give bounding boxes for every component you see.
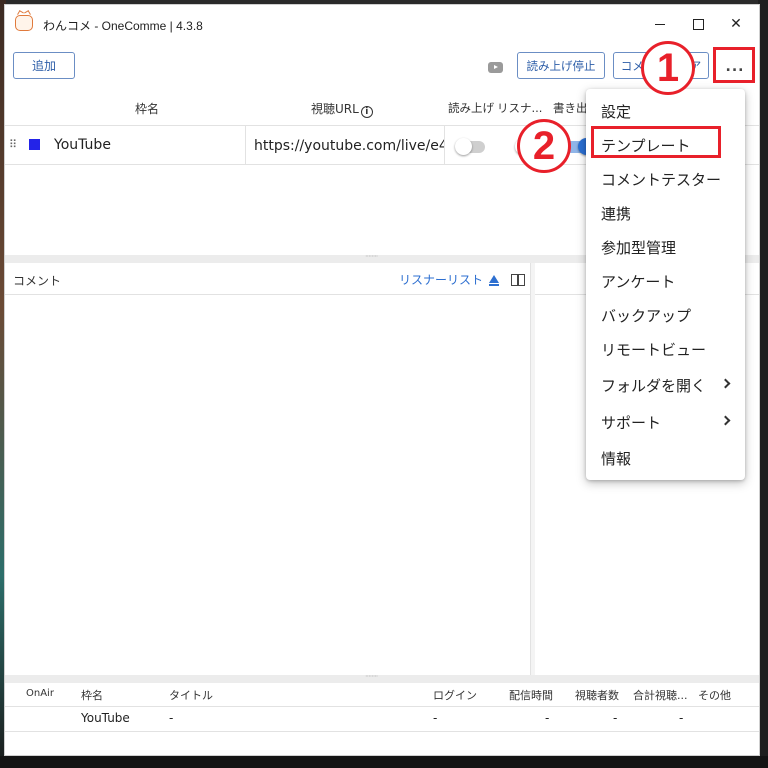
menu-item-label: 参加型管理 — [601, 238, 677, 257]
app-window: わんコメ - OneComme | 4.3.8 ✕ 追加 読み上げ停止 コメント… — [4, 4, 760, 756]
menu-item-open-folder[interactable]: フォルダを開く — [586, 368, 745, 402]
title-bar: わんコメ - OneComme | 4.3.8 ✕ — [5, 5, 759, 43]
menu-item-label: サポート — [601, 413, 662, 432]
column-url-label: 視聴URL — [311, 102, 359, 116]
menu-item-remote-view[interactable]: リモートビュー — [586, 332, 745, 366]
menu-item-label: コメントテスター — [601, 170, 722, 189]
bottom-cell-login: - — [433, 711, 438, 725]
menu-item-label: 情報 — [601, 449, 632, 468]
bottom-col-login: ログイン — [433, 689, 477, 702]
column-read-aloud: 読み上げ — [448, 101, 494, 115]
service-url-field[interactable]: https://youtube.com/live/e4 — [245, 126, 445, 164]
menu-item-survey[interactable]: アンケート — [586, 264, 745, 298]
window-title: わんコメ - OneComme | 4.3.8 — [43, 19, 203, 33]
bottom-cell-frame: YouTube — [81, 711, 130, 725]
comment-pane-title: コメント — [13, 274, 62, 288]
menu-item-info[interactable]: 情報 — [586, 441, 745, 475]
menu-item-participation[interactable]: 参加型管理 — [586, 230, 745, 264]
menu-item-label: バックアップ — [601, 306, 692, 325]
info-icon[interactable]: i — [360, 106, 373, 118]
comment-pane-header: コメント リスナーリスト — [5, 263, 530, 295]
bottom-col-onair: OnAir — [26, 688, 54, 699]
menu-item-label: 設定 — [601, 102, 632, 121]
background-taskbar — [0, 756, 768, 768]
chevron-right-icon — [720, 415, 731, 426]
maximize-button[interactable] — [683, 13, 713, 35]
menu-item-settings[interactable]: 設定 — [586, 94, 745, 128]
app-logo-icon — [15, 15, 33, 31]
highlight-template-item — [591, 126, 721, 158]
bottom-cell-total-viewers: - — [679, 711, 684, 725]
menu-item-support[interactable]: サポート — [586, 405, 745, 439]
column-listener: リスナ... — [497, 101, 543, 115]
column-url: 視聴URL i — [311, 100, 373, 118]
menu-item-comment-tester[interactable]: コメントテスター — [586, 162, 745, 196]
bottom-cell-viewers: - — [613, 711, 618, 725]
chevron-right-icon — [720, 378, 731, 389]
listener-list-link[interactable]: リスナーリスト — [399, 271, 483, 288]
close-button[interactable]: ✕ — [721, 13, 751, 35]
comment-pane: コメント リスナーリスト — [5, 263, 531, 675]
bottom-table-divider — [5, 706, 759, 707]
bottom-cell-title: - — [169, 711, 174, 725]
menu-item-integration[interactable]: 連携 — [586, 196, 745, 230]
bottom-cell-duration: - — [545, 711, 550, 725]
read-aloud-toggle[interactable] — [455, 138, 485, 155]
menu-item-backup[interactable]: バックアップ — [586, 298, 745, 332]
menu-item-label: リモートビュー — [601, 340, 707, 359]
bottom-col-frame: 枠名 — [81, 689, 103, 702]
menu-item-label: 連携 — [601, 204, 632, 223]
service-color-swatch[interactable] — [29, 139, 40, 150]
toggle-knob — [455, 138, 472, 155]
add-button[interactable]: 追加 — [13, 52, 75, 79]
menu-item-label: アンケート — [601, 272, 676, 291]
minimize-button[interactable] — [645, 13, 675, 35]
highlight-more-button — [713, 47, 755, 83]
step-2-badge: 2 — [517, 119, 571, 173]
column-frame-name: 枠名 — [135, 102, 160, 116]
menu-item-label: フォルダを開く — [601, 376, 707, 395]
bottom-splitter[interactable] — [5, 672, 759, 683]
service-name[interactable]: YouTube — [54, 137, 111, 153]
bottom-table-end — [5, 731, 759, 732]
bottom-col-total-viewers: 合計視聴... — [633, 689, 688, 702]
bottom-col-other: その他 — [698, 689, 731, 702]
bottom-col-viewers: 視聴者数 — [575, 689, 619, 702]
drag-handle-icon[interactable]: ⠿ — [9, 139, 17, 151]
tts-stop-button[interactable]: 読み上げ停止 — [517, 52, 605, 79]
column-write: 書き出 — [553, 101, 588, 115]
scroll-top-icon[interactable] — [489, 275, 499, 286]
column-layout-icon[interactable] — [511, 274, 525, 286]
bottom-col-duration: 配信時間 — [509, 689, 553, 702]
step-1-badge: 1 — [641, 41, 695, 95]
bottom-col-title: タイトル — [169, 689, 213, 702]
youtube-icon[interactable] — [488, 62, 503, 73]
